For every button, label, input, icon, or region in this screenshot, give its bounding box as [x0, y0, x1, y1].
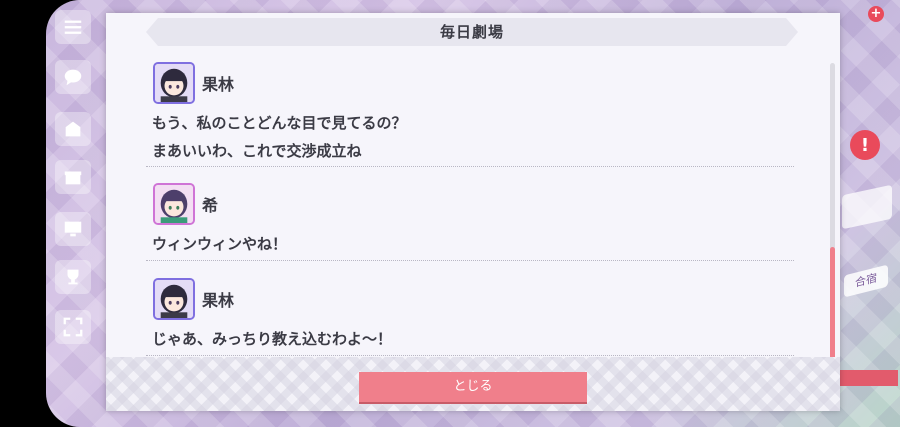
avatar-nozomi	[153, 183, 195, 225]
close-plus-icon[interactable]: +	[868, 6, 884, 22]
event-button[interactable]	[55, 112, 91, 146]
right-tile[interactable]	[842, 184, 892, 230]
modal-title: 毎日劇場	[439, 23, 504, 41]
speaker-name: 果林	[202, 75, 235, 94]
menu-button[interactable]	[55, 10, 91, 44]
close-button[interactable]: とじる	[359, 372, 587, 402]
dialogue-line: ウィンウィンやね！	[152, 235, 288, 253]
trophy-button[interactable]	[55, 260, 91, 294]
dialogue-entry-header: 果林	[146, 59, 796, 105]
dialogue-entry: 希 ウィンウィンやね！	[146, 180, 796, 261]
chat-icon	[64, 69, 82, 86]
trophy-icon	[67, 269, 79, 285]
daily-theater-modal: 毎日劇場 果林 もう、私のことどんな目で見てるの？ まあいいわ、これで交渉成立ね…	[106, 13, 840, 411]
monitor-button[interactable]	[55, 212, 91, 246]
modal-title-bar: 毎日劇場	[146, 18, 798, 46]
right-rail: + ! 合宿	[838, 0, 900, 427]
gift-button[interactable]	[55, 160, 91, 194]
left-rail	[46, 0, 102, 427]
dialogue-scroll-area[interactable]: 果林 もう、私のことどんな目で見てるの？ まあいいわ、これで交渉成立ね 希 ウィ…	[146, 59, 796, 359]
menu-icon	[64, 20, 82, 34]
dialogue-line: もう、私のことどんな目で見てるの？	[152, 114, 407, 132]
dialogue-entry: 果林 じゃあ、みっちり教え込むわよ～！	[146, 275, 796, 356]
speaker-name: 果林	[202, 291, 235, 310]
fullscreen-icon	[63, 317, 83, 337]
right-banner	[838, 370, 898, 386]
avatar-karin	[153, 62, 195, 104]
scrollbar[interactable]	[830, 63, 835, 369]
fullscreen-button[interactable]	[55, 310, 91, 344]
alert-badge[interactable]: !	[850, 130, 880, 160]
nozomi-avatar-icon	[155, 185, 193, 223]
dialogue-entry-header: 果林	[146, 275, 796, 321]
dialogue-separator	[146, 355, 794, 356]
dialogue-line: まあいいわ、これで交渉成立ね	[152, 142, 362, 160]
chat-button[interactable]	[55, 60, 91, 94]
monitor-icon	[64, 221, 82, 237]
modal-footer: とじる	[106, 357, 840, 411]
scrollbar-thumb[interactable]	[830, 247, 835, 369]
dialogue-line: じゃあ、みっちり教え込むわよ～！	[152, 330, 393, 348]
dialogue-entry-header: 希	[146, 180, 796, 226]
event-icon	[65, 121, 81, 137]
dialogue-separator	[146, 166, 794, 167]
speaker-name: 希	[202, 196, 219, 215]
dialogue-separator	[146, 260, 794, 261]
dialogue-entry: 果林 もう、私のことどんな目で見てるの？ まあいいわ、これで交渉成立ね	[146, 59, 796, 167]
karin-avatar-icon	[155, 64, 193, 102]
gift-icon	[64, 171, 82, 185]
right-camp-label[interactable]: 合宿	[844, 264, 888, 298]
karin-avatar-icon	[155, 280, 193, 318]
avatar-karin	[153, 278, 195, 320]
